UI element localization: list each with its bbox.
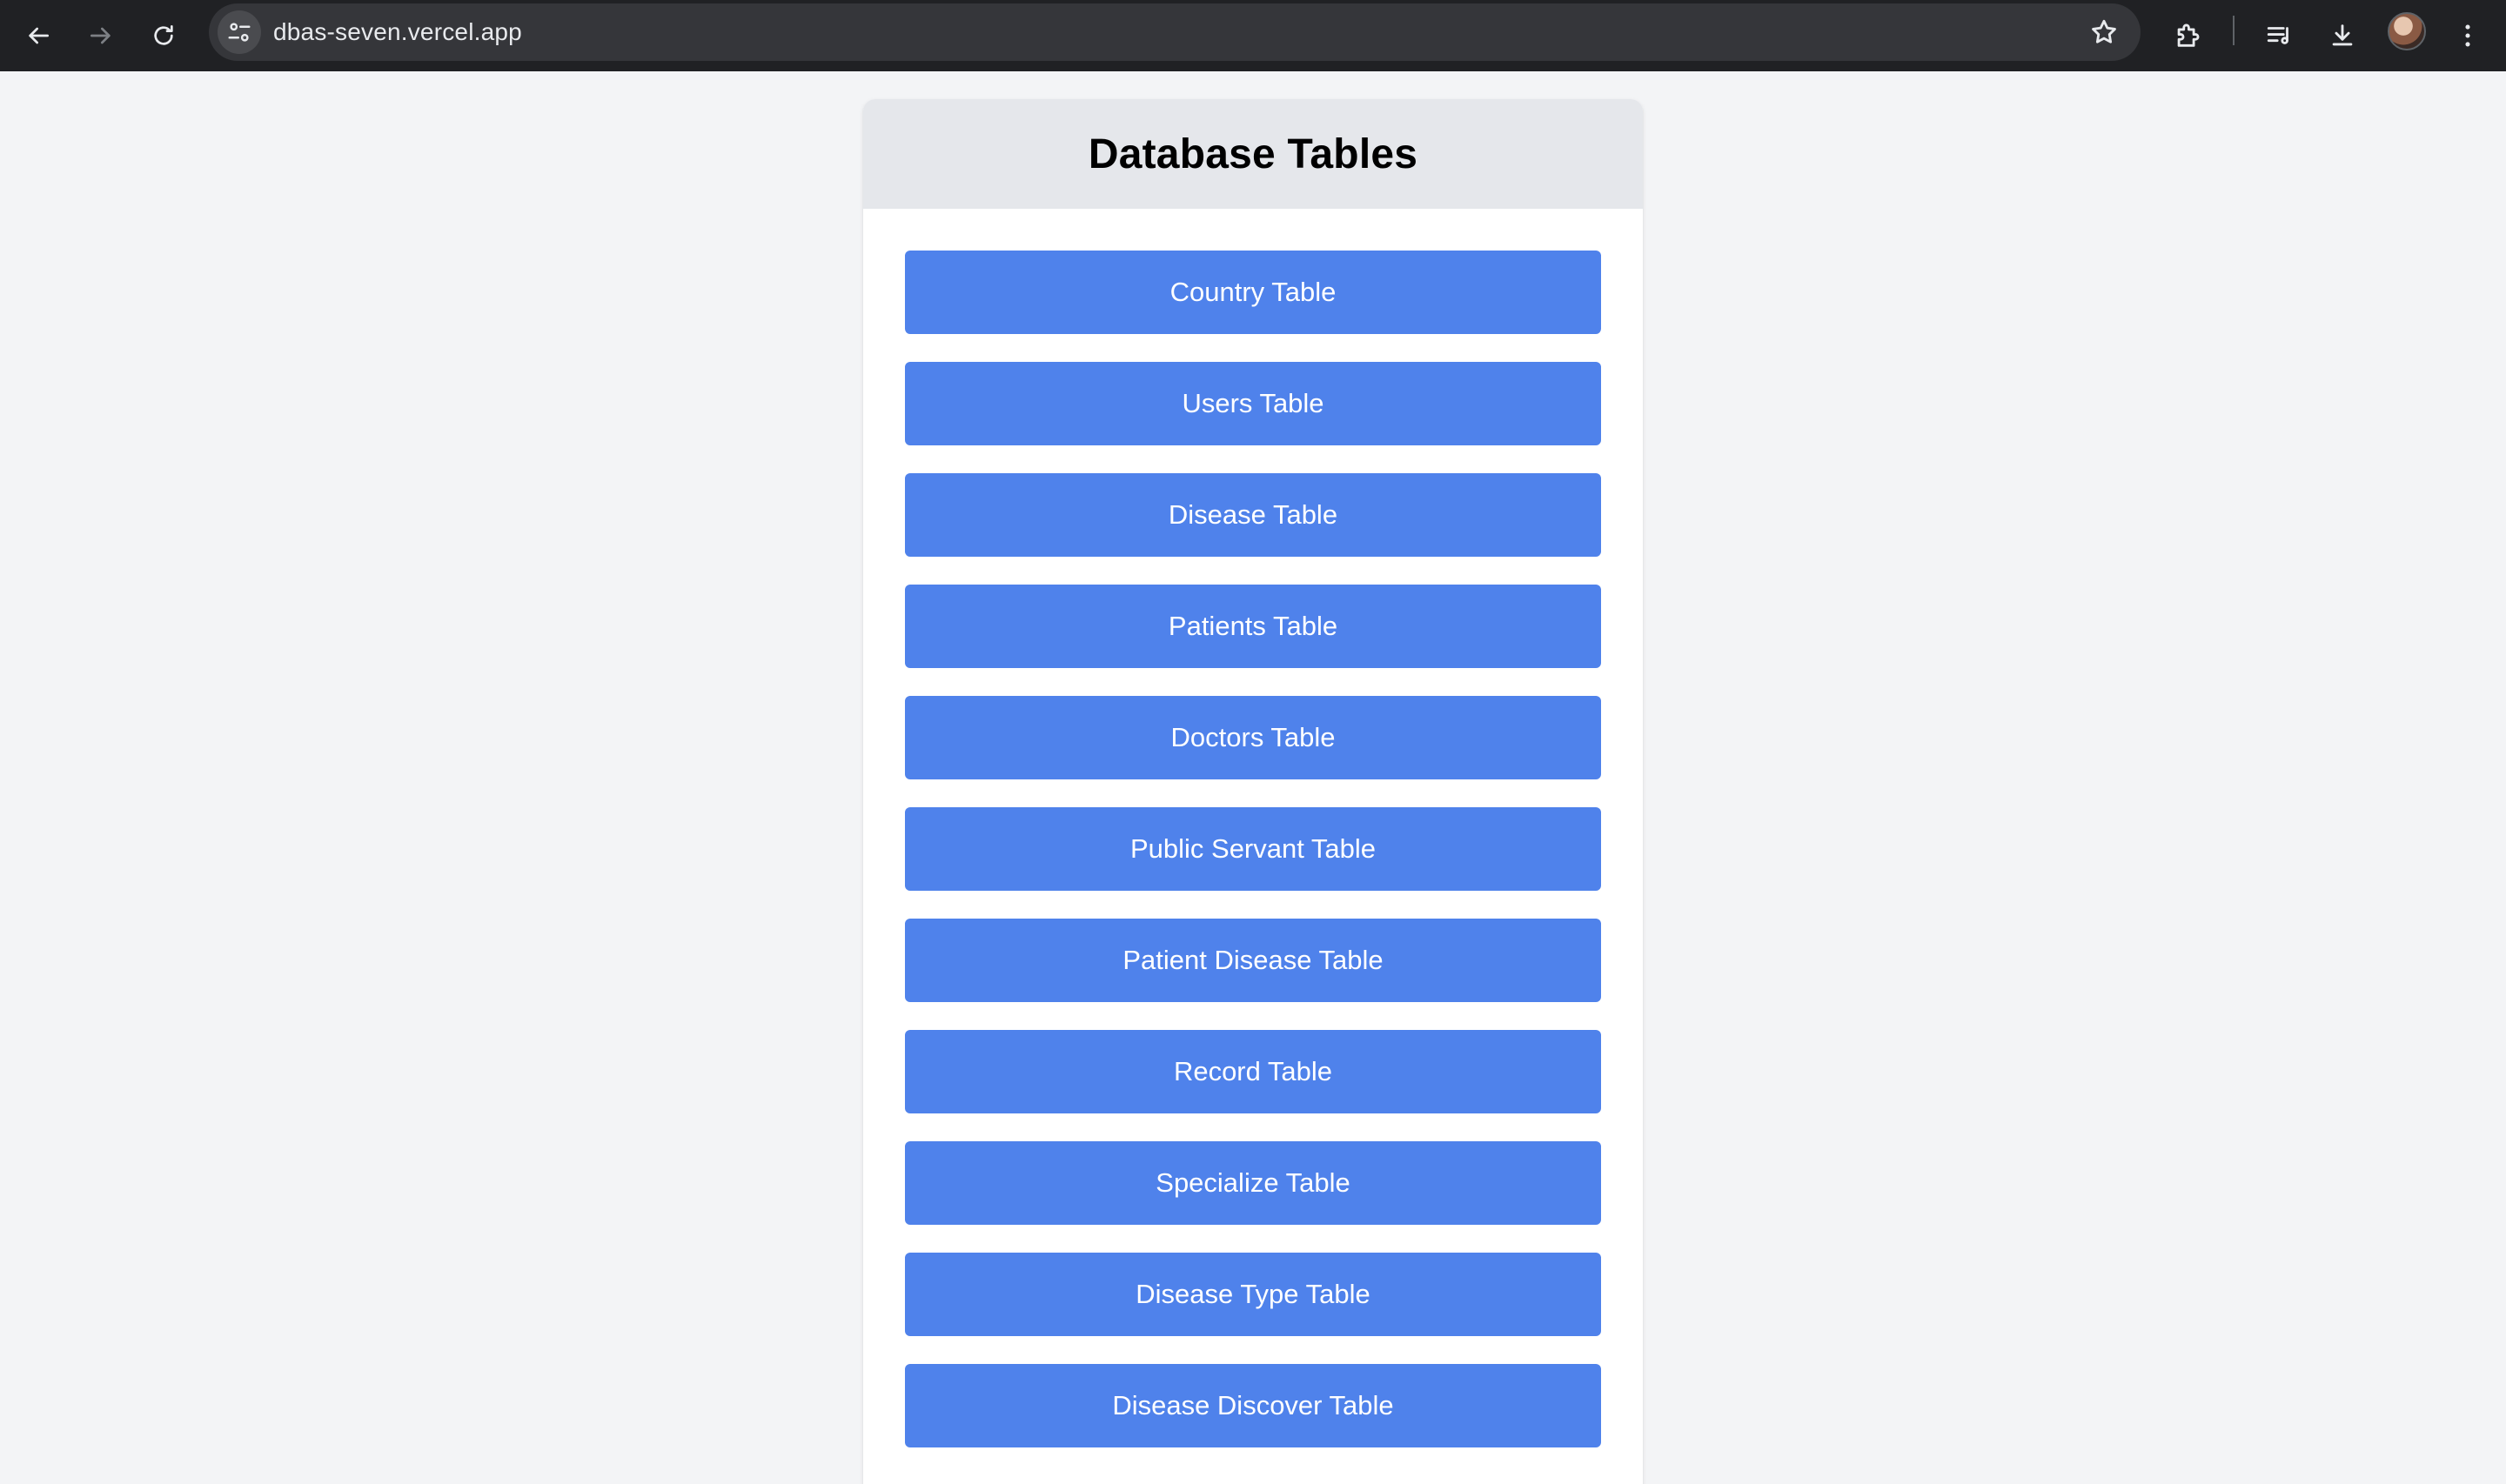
table-button-list: Country Table Users Table Disease Table … [863,209,1643,1447]
disease-type-table-button[interactable]: Disease Type Table [905,1253,1601,1336]
media-button[interactable] [2255,11,2304,60]
toolbar-separator [2233,16,2235,45]
bookmark-button[interactable] [2087,15,2121,50]
browser-toolbar: dbas-seven.vercel.app [0,0,2506,71]
three-dots-icon [2465,24,2470,47]
address-bar[interactable]: dbas-seven.vercel.app [209,3,2141,61]
patient-disease-table-button[interactable]: Patient Disease Table [905,919,1601,1002]
puzzle-icon [2177,23,2200,47]
forward-button[interactable] [77,11,125,60]
tables-card: Database Tables Country Table Users Tabl… [863,99,1643,1484]
patients-table-button[interactable]: Patients Table [905,585,1601,668]
downloads-button[interactable] [2318,11,2367,60]
site-info-button[interactable] [218,10,261,54]
media-queue-icon [2267,27,2288,44]
country-table-button[interactable]: Country Table [905,251,1601,334]
public-servant-table-button[interactable]: Public Servant Table [905,807,1601,891]
forward-arrow-icon [90,27,111,44]
back-arrow-icon [29,27,49,44]
card-header: Database Tables [863,99,1643,209]
profile-avatar[interactable] [2388,12,2426,50]
record-table-button[interactable]: Record Table [905,1030,1601,1113]
back-button[interactable] [14,11,63,60]
disease-discover-table-button[interactable]: Disease Discover Table [905,1364,1601,1447]
url-text[interactable]: dbas-seven.vercel.app [273,3,522,61]
extensions-button[interactable] [2163,11,2212,60]
specialize-table-button[interactable]: Specialize Table [905,1141,1601,1225]
site-settings-icon [228,23,251,42]
page-title: Database Tables [1088,130,1418,177]
disease-table-button[interactable]: Disease Table [905,473,1601,557]
reload-icon [154,25,173,45]
doctors-table-button[interactable]: Doctors Table [905,696,1601,779]
page-viewport: Database Tables Country Table Users Tabl… [0,71,2506,1484]
download-icon [2332,24,2353,46]
star-icon [2092,19,2116,43]
users-table-button[interactable]: Users Table [905,362,1601,445]
reload-button[interactable] [139,11,188,60]
menu-button[interactable] [2443,11,2492,60]
